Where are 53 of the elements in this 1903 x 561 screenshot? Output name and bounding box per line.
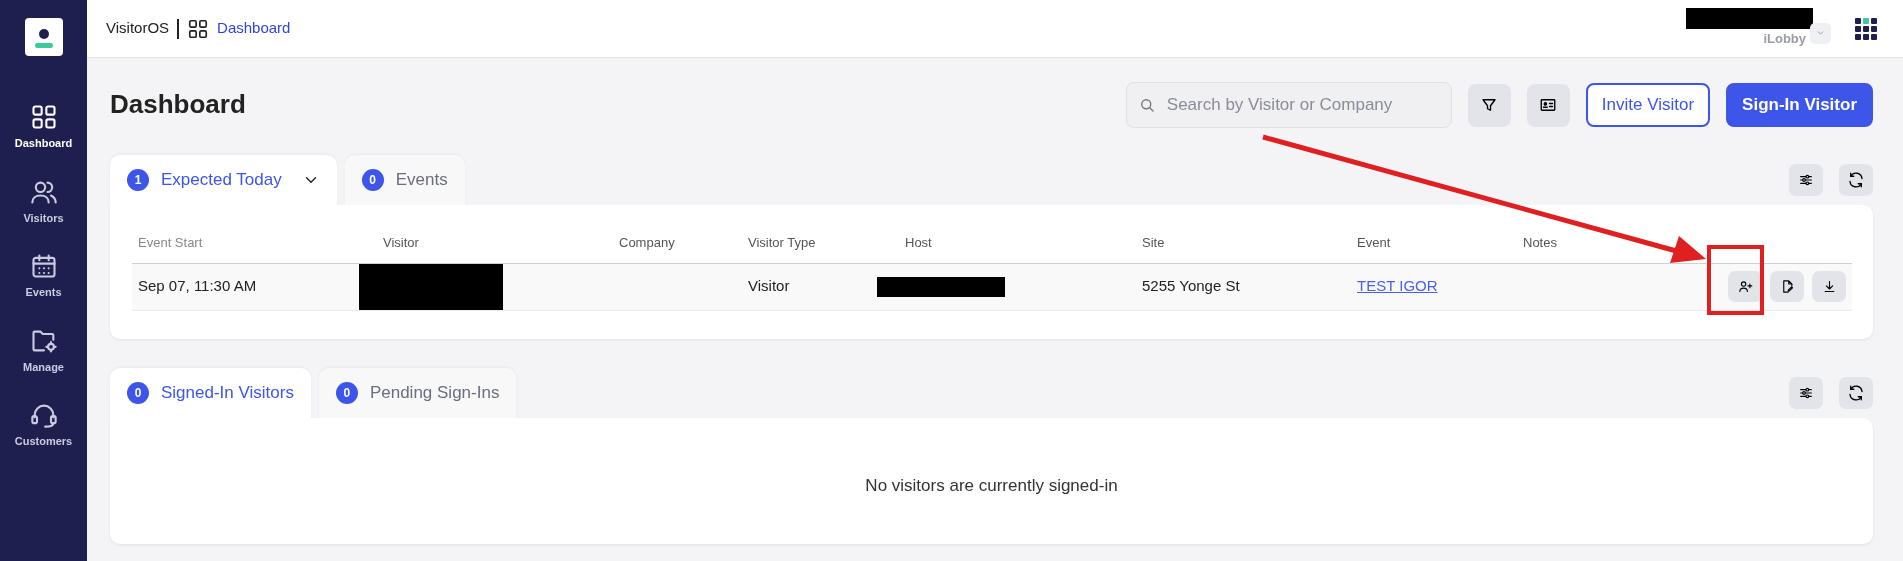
refresh-button[interactable] (1839, 376, 1873, 409)
edit-button[interactable] (1770, 271, 1804, 302)
sidebar-item[interactable]: Manage (0, 326, 87, 375)
tab[interactable]: 0 Events (344, 155, 465, 205)
table-cell: Visitor (742, 263, 899, 310)
calendar-icon (29, 252, 58, 280)
breadcrumb-link[interactable]: Dashboard (187, 17, 291, 40)
download-button[interactable] (1812, 271, 1846, 302)
tab[interactable]: 0 Signed-In Visitors (110, 367, 311, 418)
refresh-button[interactable] (1839, 164, 1873, 196)
count-badge: 0 (127, 381, 149, 404)
sidebar-item[interactable]: Customers (0, 401, 87, 450)
app-name: VisitorOS (106, 18, 170, 39)
event-link[interactable]: TEST IGOR (1357, 277, 1438, 295)
column-header: Visitor (377, 205, 613, 263)
download-icon (1821, 279, 1837, 294)
tab[interactable]: 0 Pending Sign-Ins (318, 367, 517, 418)
column-header: Host (899, 205, 1136, 263)
sidebar-item[interactable]: Events (0, 252, 87, 301)
sidebar-item[interactable]: Visitors (0, 177, 87, 226)
filter-icon (1480, 96, 1499, 114)
id-card-button[interactable] (1526, 83, 1570, 127)
sliders-icon (1798, 172, 1814, 188)
column-header: Site (1136, 205, 1351, 263)
search-field[interactable]: Search by Visitor or Company (1125, 82, 1452, 128)
sign-in-button[interactable]: Sign-In Visitor (1726, 83, 1873, 127)
refresh-icon (1847, 383, 1865, 402)
column-header: Company (613, 205, 742, 263)
org-name: iLobby (1763, 30, 1806, 49)
count-badge: 0 (335, 381, 358, 404)
apps-grid-icon[interactable] (1855, 17, 1877, 40)
refresh-icon (1847, 171, 1865, 189)
tab[interactable]: 1 Expected Today (110, 155, 337, 205)
invite-button[interactable]: Invite Visitor (1585, 83, 1711, 127)
settings-button[interactable] (1789, 376, 1823, 409)
grid-icon (187, 17, 210, 40)
column-header: Event Start (132, 205, 377, 263)
badge-logo-icon (24, 18, 63, 56)
grid-icon (29, 103, 58, 131)
id-card-icon (1539, 96, 1558, 114)
column-header: Visitor Type (742, 205, 899, 263)
empty-message: No visitors are currently signed-in (865, 474, 1118, 497)
column-header: Event (1351, 205, 1517, 263)
filter-button[interactable] (1467, 83, 1511, 127)
count-badge: 0 (361, 169, 384, 191)
settings-button[interactable] (1789, 164, 1823, 196)
table-cell: 5255 Yonge St (1136, 263, 1351, 310)
sidebar-item[interactable]: Dashboard (0, 103, 87, 152)
page-title: Dashboard (110, 89, 247, 121)
add-person-icon (1737, 279, 1753, 294)
separator (177, 18, 180, 39)
add-person-button[interactable] (1728, 271, 1762, 302)
count-badge: 1 (127, 169, 149, 191)
